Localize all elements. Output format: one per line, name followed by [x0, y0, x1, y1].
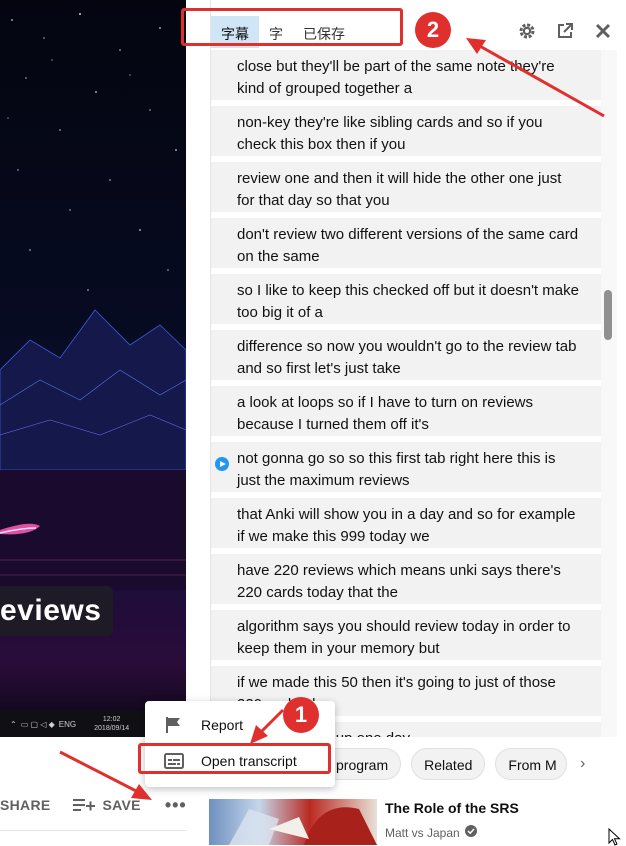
tray-icons: ▭ ▢ ◁ ◆	[20, 719, 55, 729]
transcript-cue[interactable]: not gonna go so so this first tab right …	[211, 442, 601, 492]
transcript-cue[interactable]: close but they'll be part of the same no…	[211, 50, 601, 100]
tray-lang: ENG	[58, 719, 77, 729]
transcript-cue-text: don't review two different versions of t…	[237, 226, 579, 265]
gear-icon[interactable]	[517, 20, 537, 42]
step-badge-1: 1	[283, 697, 319, 733]
recommendation-title[interactable]: The Role of the SRS	[385, 800, 519, 816]
flag-icon	[163, 714, 185, 736]
transcript-scrollbar[interactable]	[601, 50, 617, 737]
subtitles-icon	[163, 750, 185, 772]
transcript-cue-text: algorithm says you should review today i…	[237, 618, 571, 657]
close-icon[interactable]	[593, 20, 613, 42]
transcript-cue[interactable]: a look at loops so if I have to turn on …	[211, 386, 601, 436]
transcript-cue-text: that Anki will show you in a day and so …	[237, 506, 576, 545]
menu-item-label: Report	[201, 717, 244, 733]
channel-name: Matt vs Japan	[385, 825, 460, 840]
transcript-cue[interactable]: non-key they're like sibling cards and s…	[211, 106, 601, 156]
panel-tools	[517, 20, 613, 42]
neon-landscape	[0, 309, 186, 590]
transcript-tabs: 字幕 字 已保存	[211, 16, 355, 48]
transcript-cue-text: review one and then it will hide the oth…	[237, 170, 562, 209]
more-actions-button[interactable]: •••	[165, 795, 187, 816]
chip-from[interactable]: From M	[495, 748, 568, 780]
menu-item-open-transcript[interactable]: Open transcript	[145, 743, 335, 779]
video-overlay-title: eviews	[0, 586, 114, 636]
transcript-cue-text: not gonna go so so this first tab right …	[237, 450, 556, 489]
transcript-cue[interactable]: have 220 reviews which means unki says t…	[211, 554, 601, 604]
save-label: SAVE	[102, 797, 141, 813]
menu-item-label: Open transcript	[201, 753, 297, 769]
recommendation-channel[interactable]: Matt vs Japan	[385, 825, 477, 840]
tab-words[interactable]: 字	[259, 16, 293, 48]
transcript-cue[interactable]: algorithm says you should review today i…	[211, 610, 601, 660]
step-badge-2: 2	[415, 12, 451, 48]
transcript-cue-text: close but they'll be part of the same no…	[237, 58, 555, 97]
transcript-cue[interactable]: so I like to keep this checked off but i…	[211, 274, 601, 324]
transcript-cue-text: have 220 reviews which means unki says t…	[237, 562, 561, 601]
chip-program[interactable]: program	[330, 748, 402, 780]
chevron-right-icon[interactable]: ›	[580, 755, 585, 773]
verified-check-icon	[464, 825, 477, 840]
save-button[interactable]: SAVE	[72, 797, 141, 813]
transcript-cue[interactable]: that Anki will show you in a day and so …	[211, 498, 601, 548]
share-button[interactable]: SHARE	[0, 797, 51, 813]
transcript-lines[interactable]: close but they'll be part of the same no…	[211, 50, 601, 737]
video-actions: SHARE SAVE •••	[0, 790, 186, 820]
transcript-cue-text: non-key they're like sibling cards and s…	[237, 114, 543, 153]
transcript-cue-text: difference so now you wouldn't go to the…	[237, 338, 577, 377]
scrollbar-thumb[interactable]	[604, 290, 612, 340]
playlist-add-icon	[72, 799, 95, 811]
transcript-cue-text: a look at loops so if I have to turn on …	[237, 394, 533, 433]
transcript-cue[interactable]: don't review two different versions of t…	[211, 218, 601, 268]
transcript-cue-text: so I like to keep this checked off but i…	[237, 282, 579, 321]
tab-subtitles[interactable]: 字幕	[211, 16, 259, 48]
tab-saved[interactable]: 已保存	[293, 16, 355, 48]
chip-related[interactable]: Related	[411, 748, 486, 780]
video-player[interactable]: eviews ⌃ ▭ ▢ ◁ ◆ ENG 12:02 2018/09/14	[0, 0, 186, 737]
tray-caret-icon: ⌃	[10, 719, 17, 729]
mouse-cursor-icon	[608, 828, 621, 846]
thumbnail-art	[229, 807, 377, 845]
transcript-panel: 字幕 字 已保存 close but they'll be part of th…	[210, 0, 626, 737]
transcript-cue[interactable]: difference so now you wouldn't go to the…	[211, 330, 601, 380]
play-position-icon	[215, 457, 229, 471]
divider	[0, 830, 186, 831]
recommendation-thumbnail[interactable]	[209, 799, 377, 845]
open-in-new-icon[interactable]	[555, 20, 575, 42]
transcript-cue[interactable]: review one and then it will hide the oth…	[211, 162, 601, 212]
tray-clock: 12:02 2018/09/14	[94, 716, 130, 732]
